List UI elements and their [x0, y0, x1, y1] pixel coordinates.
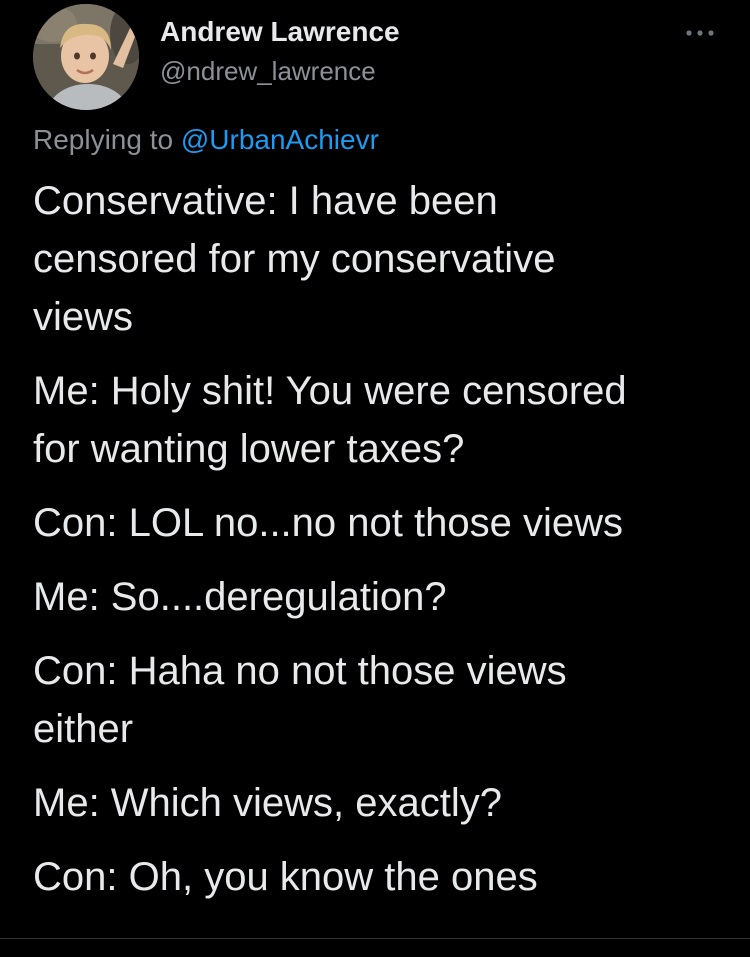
- tweet-paragraph: Me: So....deregulation?: [33, 575, 447, 619]
- replying-to-line: Replying to @UrbanAchievr: [33, 124, 379, 156]
- reply-mention-link[interactable]: @UrbanAchievr: [181, 124, 379, 155]
- tweet-paragraph: Me: Holy shit! You were censored for wan…: [33, 369, 627, 471]
- tweet-paragraph: Me: Which views, exactly?: [33, 781, 503, 825]
- tweet-paragraph: Conservative: I have been censored for m…: [33, 179, 556, 339]
- display-name[interactable]: Andrew Lawrence: [160, 16, 400, 48]
- tweet-paragraph: Con: LOL no...no not those views: [33, 501, 623, 545]
- tweet-paragraph: Con: Oh, you know the ones: [33, 855, 538, 899]
- tweet-text: Conservative: I have been censored for m…: [33, 172, 723, 922]
- more-horizontal-icon[interactable]: [684, 24, 716, 42]
- replying-to-label: Replying to: [33, 124, 181, 155]
- avatar[interactable]: [33, 4, 139, 110]
- profile-photo-icon: [33, 4, 139, 110]
- divider: [0, 938, 750, 939]
- tweet-paragraph: Con: Haha no not those views either: [33, 649, 567, 751]
- tweet: Andrew Lawrence @ndrew_lawrence Replying…: [0, 0, 750, 957]
- user-handle[interactable]: @ndrew_lawrence: [160, 56, 376, 87]
